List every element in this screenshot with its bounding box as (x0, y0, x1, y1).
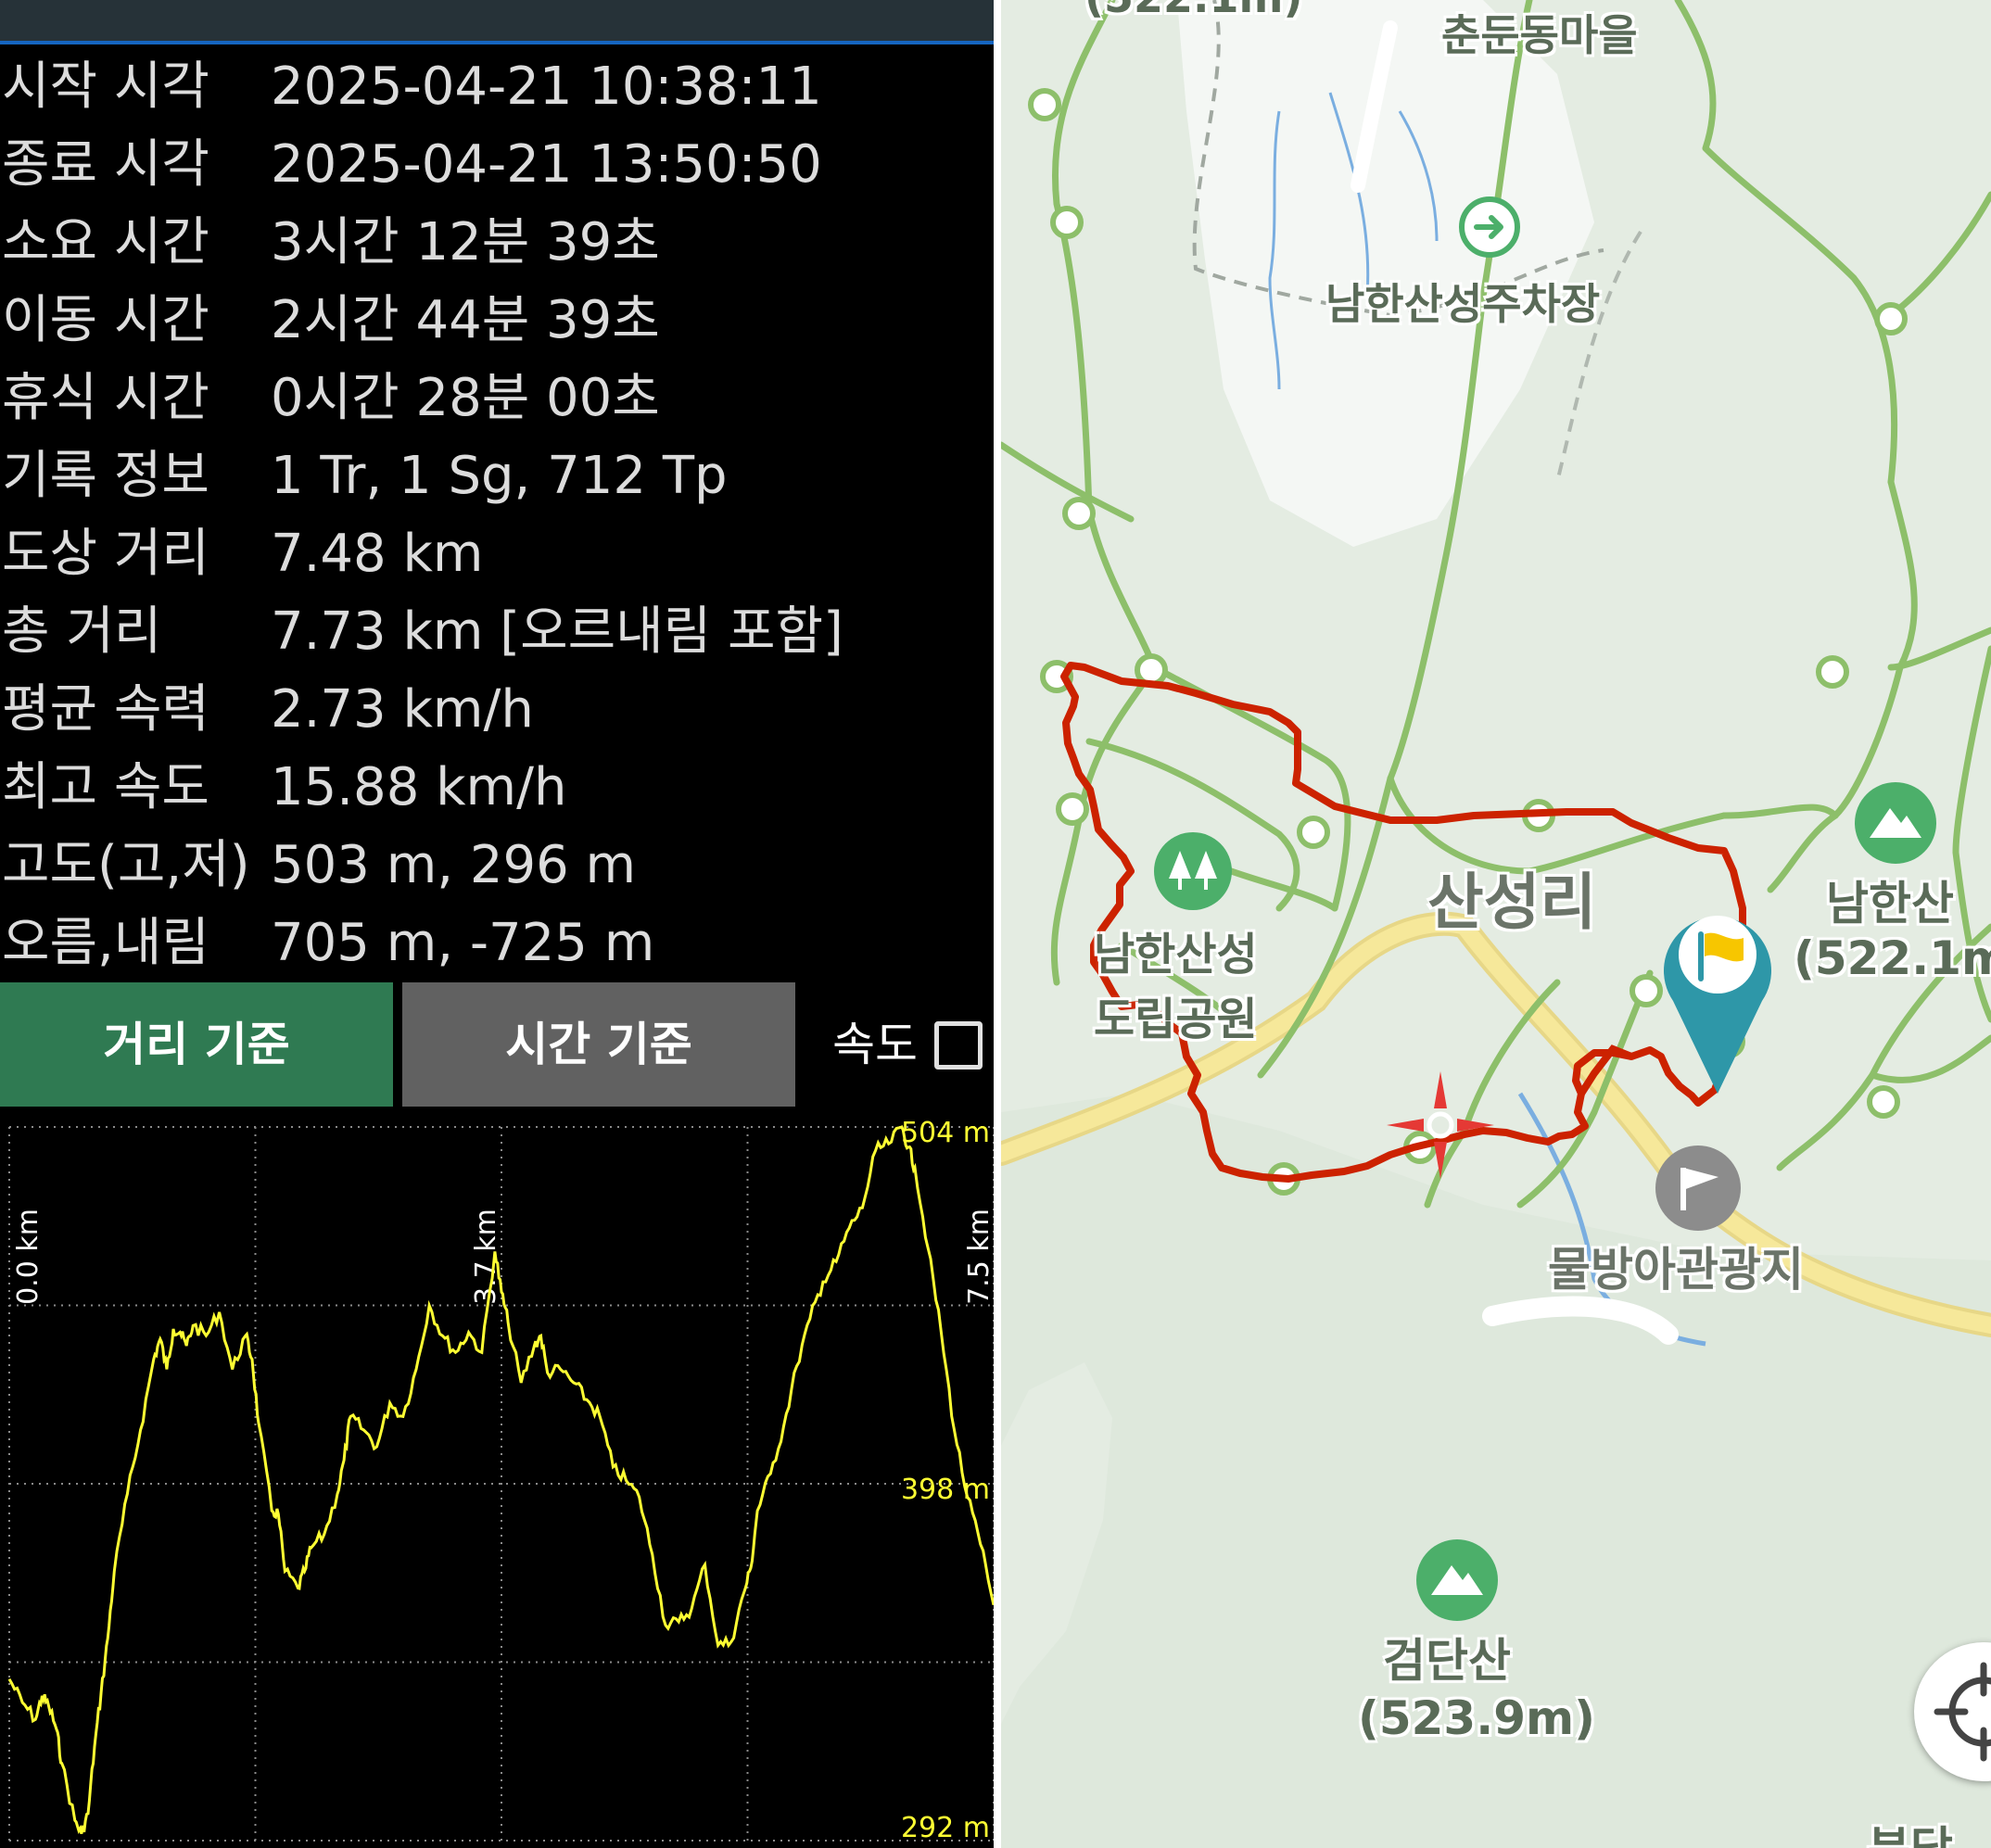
speed-label: 속도 (832, 1018, 918, 1071)
track-stats-list: 시작 시각 2025-04-21 10:38:11 종료 시각 2025-04-… (0, 48, 994, 982)
stat-label: 총 거리 (2, 601, 162, 662)
map-label-bundang: 분당 (1868, 1812, 1953, 1848)
x-tick-label: 3.7 km (470, 1209, 502, 1305)
elevation-chart: 504 m 398 m 292 m 0.0 km 3.7 km 7.5 km (7, 1117, 994, 1844)
stat-label: 종료 시각 (2, 134, 209, 195)
mountain-icon (1855, 782, 1936, 864)
track-info-panel: 시작 시각 2025-04-21 10:38:11 종료 시각 2025-04-… (0, 0, 994, 1848)
stat-value: 705 m, -725 m (271, 913, 655, 973)
stat-value: 0시간 28분 00초 (271, 368, 660, 428)
stat-value: 7.73 km [오르내림 포함] (271, 601, 843, 662)
stat-value: 503 m, 296 m (271, 835, 637, 895)
map-label-namhansan: 남한산 (1826, 877, 1954, 930)
stat-elapsed-time: 소요 시간 3시간 12분 39초 (0, 204, 994, 282)
stat-record-info: 기록 정보 1 Tr, 1 Sg, 712 Tp (0, 437, 994, 515)
map-label-park-2: 도립공원 (1094, 994, 1258, 1045)
mountain-icon (1416, 1539, 1498, 1621)
y-tick-label: 398 m (901, 1474, 990, 1506)
stat-label: 고도(고,저) (2, 835, 250, 895)
stat-ascent-descent: 오름,내림 705 m, -725 m (0, 905, 994, 982)
stat-total-distance: 총 거리 7.73 km [오르내림 포함] (0, 593, 994, 671)
x-tick-label: 7.5 km (963, 1209, 994, 1305)
stat-rest-time: 휴식 시간 0시간 28분 00초 (0, 360, 994, 437)
chart-ticks: 504 m 398 m 292 m 0.0 km 3.7 km 7.5 km (12, 1117, 994, 1844)
stat-altitude: 고도(고,저) 503 m, 296 m (0, 827, 994, 905)
map-label-tourist: 물방아관광지 (1548, 1243, 1804, 1297)
stat-average-speed: 평균 속력 2.73 km/h (0, 671, 994, 749)
map-view[interactable]: 춘둔동마을 (522.1m) 남한산성주차장 산성리 남한산성 도립공원 남한산… (1001, 0, 1991, 1848)
stat-value: 7.48 km (271, 524, 484, 584)
y-tick-label: 292 m (901, 1812, 990, 1844)
stat-label: 이동 시간 (2, 290, 209, 350)
map-label-cut-top: (522.1m) (1084, 0, 1302, 22)
locate-icon (1934, 1662, 1991, 1762)
tourist-flag-icon (1655, 1146, 1741, 1231)
stat-value: 3시간 12분 39초 (271, 212, 660, 272)
stat-value: 1 Tr, 1 Sg, 712 Tp (271, 446, 728, 506)
speed-toggle[interactable]: 속도 (832, 982, 983, 1107)
stat-label: 오름,내림 (2, 913, 209, 973)
map-label-parking: 남한산성주차장 (1325, 279, 1601, 329)
time-basis-button[interactable]: 시간 기준 (402, 982, 795, 1107)
stat-label: 도상 거리 (2, 524, 209, 584)
stat-max-speed: 최고 속도 15.88 km/h (0, 749, 994, 827)
current-position-icon (1387, 1071, 1494, 1179)
speed-checkbox[interactable] (934, 1020, 983, 1070)
title-bar (0, 0, 994, 44)
map-label-village: 춘둔동마을 (1441, 10, 1638, 60)
map-label-namhansan-height: (522.1m) (1794, 931, 1991, 985)
map-label-sanseong-ri: 산성리 (1427, 867, 1597, 938)
map-label-park-1: 남한산성 (1094, 929, 1258, 981)
stat-label: 기록 정보 (2, 446, 209, 506)
stat-start-time: 시작 시각 2025-04-21 10:38:11 (0, 48, 994, 126)
stat-end-time: 종료 시각 2025-04-21 13:50:50 (0, 126, 994, 204)
map-label-geumdansan-height: (523.9m) (1358, 1691, 1595, 1745)
chart-mode-bar: 거리 기준 시간 기준 속도 (0, 982, 994, 1107)
distance-basis-button[interactable]: 거리 기준 (0, 982, 393, 1107)
stat-map-distance: 도상 거리 7.48 km (0, 515, 994, 593)
finish-marker-icon[interactable] (1664, 916, 1771, 1094)
stat-label: 시작 시각 (2, 57, 209, 117)
stat-moving-time: 이동 시간 2시간 44분 39초 (0, 282, 994, 360)
forest-icon (1154, 832, 1232, 910)
map-label-geumdansan: 검단산 (1383, 1634, 1511, 1688)
stat-value: 15.88 km/h (271, 757, 567, 817)
stat-label: 소요 시간 (2, 212, 209, 272)
parking-icon (1459, 196, 1520, 258)
y-tick-label: 504 m (901, 1117, 990, 1149)
x-tick-label: 0.0 km (12, 1209, 44, 1305)
locate-button[interactable] (1914, 1642, 1991, 1781)
stat-label: 최고 속도 (2, 757, 209, 817)
stat-value: 2025-04-21 10:38:11 (271, 57, 822, 117)
stat-value: 2시간 44분 39초 (271, 290, 660, 350)
stat-value: 2.73 km/h (271, 679, 534, 740)
stat-value: 2025-04-21 13:50:50 (271, 134, 822, 195)
stat-label: 휴식 시간 (2, 368, 209, 428)
panel-divider (994, 0, 1001, 1848)
stat-label: 평균 속력 (2, 679, 209, 740)
